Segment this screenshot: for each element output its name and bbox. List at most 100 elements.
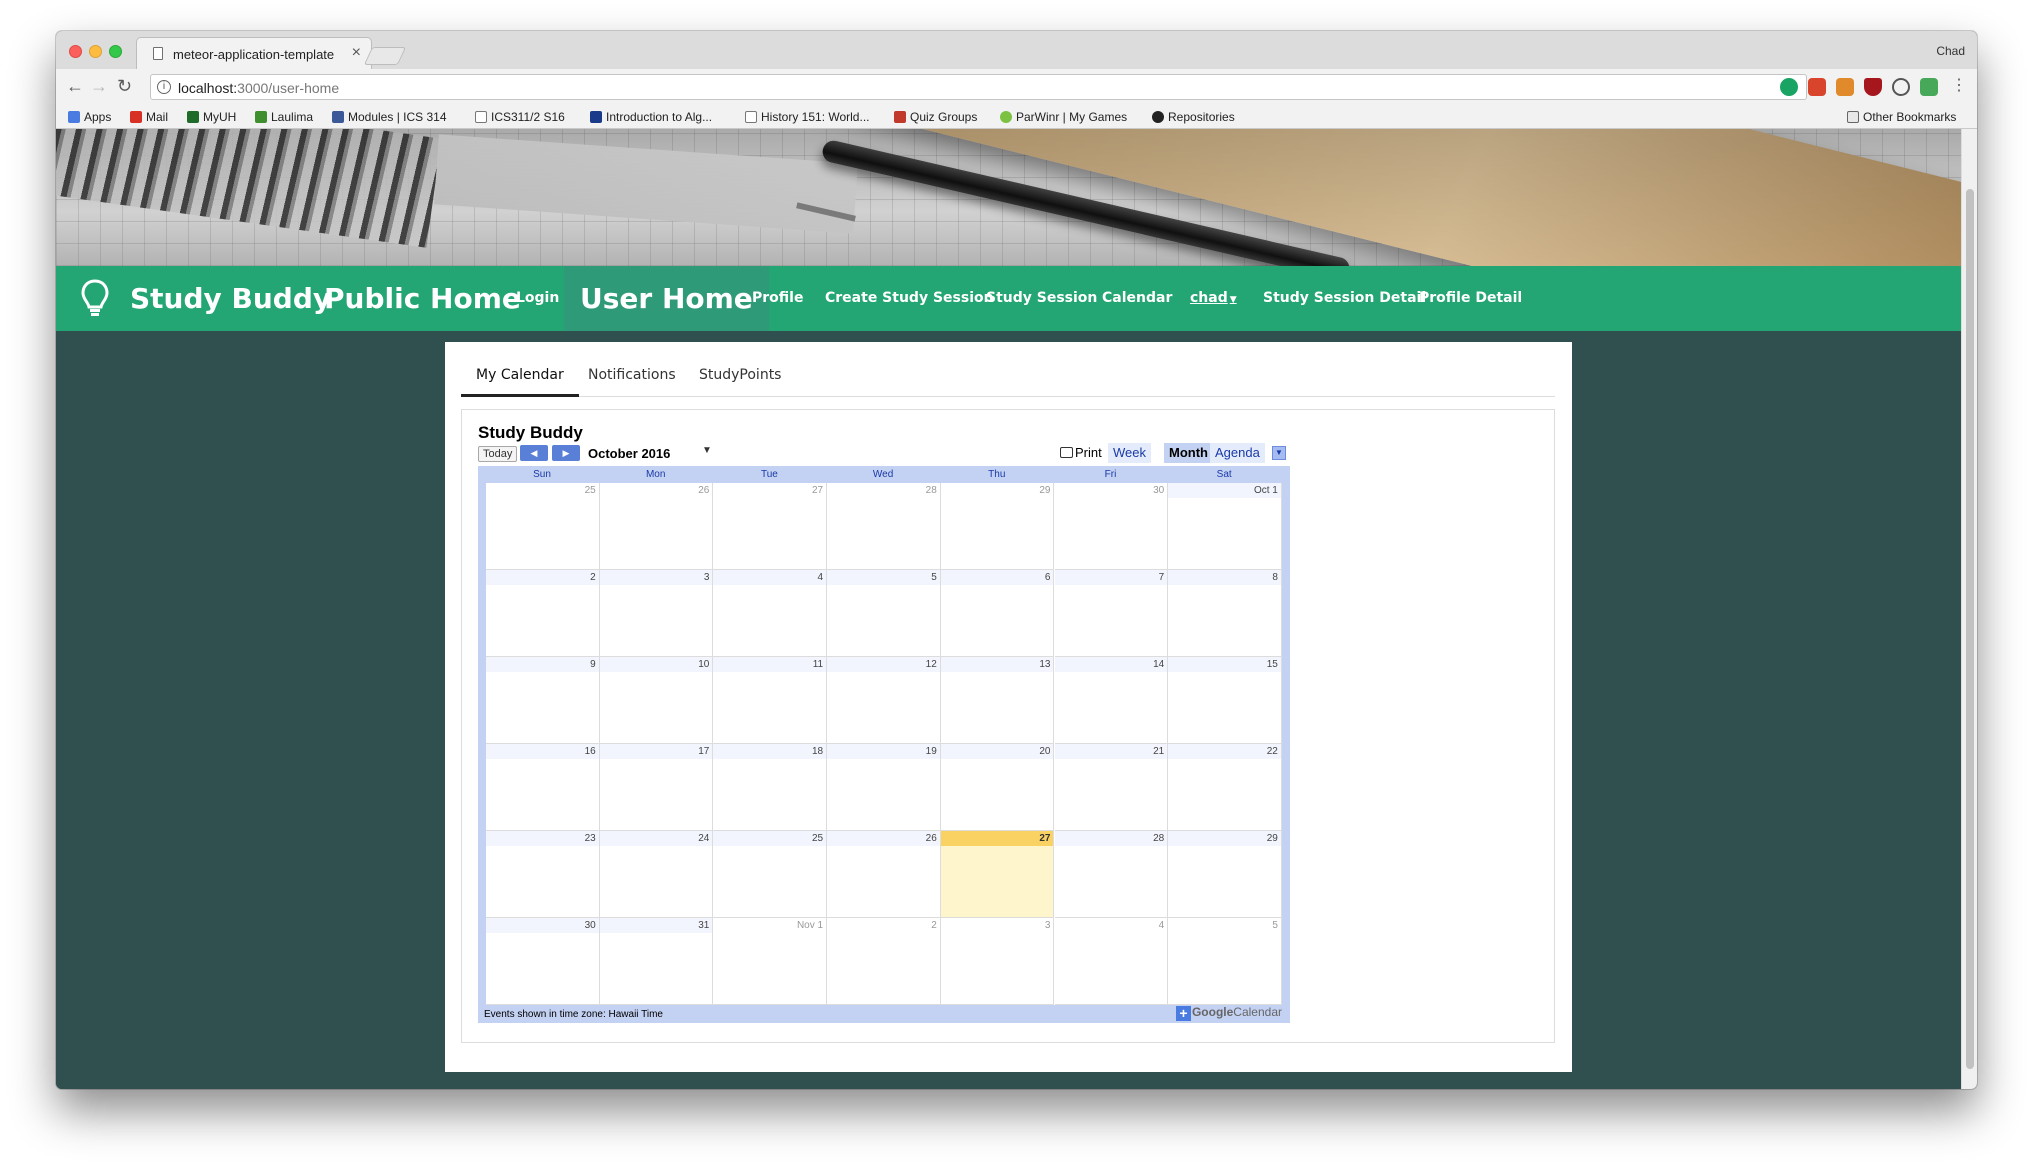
info-icon[interactable]: i [157,80,171,94]
nav-public-home[interactable]: Public Home [324,266,521,331]
day-cell[interactable]: 22 [1168,744,1282,831]
day-cell[interactable]: 6 [940,570,1055,657]
nav-user-home[interactable]: User Home [564,266,769,331]
caret-down-icon[interactable]: ▼ [702,445,712,456]
day-cell[interactable]: 29 [940,483,1055,570]
day-cell[interactable]: 31 [599,918,714,1005]
day-cell[interactable]: 17 [599,744,714,831]
day-cell[interactable]: 7 [1054,570,1169,657]
day-cell[interactable]: 11 [713,657,828,744]
close-window-button[interactable] [69,45,82,58]
next-month-button[interactable]: ▶ [552,445,580,461]
bookmark-quiz-groups[interactable]: Quiz Groups [894,110,977,124]
nav-calendar[interactable]: Calendar [1102,266,1172,331]
forward-icon[interactable]: → [90,76,108,96]
day-cell[interactable]: 30 [1054,483,1169,570]
day-cell[interactable]: 5 [1168,918,1282,1005]
today-button[interactable]: Today [478,446,518,462]
profile-name[interactable]: Chad [1936,44,1965,58]
extension-green-icon[interactable] [1920,78,1938,96]
browser-tab[interactable]: meteor-application-template × [136,37,372,69]
day-cell[interactable]: 4 [1054,918,1169,1005]
google-calendar-button[interactable]: + GoogleCalendar [1175,1005,1282,1021]
day-cell[interactable]: 8 [1168,570,1282,657]
day-cell[interactable]: 24 [599,831,714,918]
nav-study-session-detail[interactable]: Study Session Detail [1263,266,1426,331]
day-cell[interactable]: 3 [940,918,1055,1005]
day-cell[interactable]: 18 [713,744,828,831]
day-cell[interactable]: 9 [486,657,600,744]
day-cell[interactable]: 23 [486,831,600,918]
bookmark-repositories[interactable]: Repositories [1152,110,1235,124]
bookmark-intro-algorithms[interactable]: Introduction to Alg... [590,110,712,124]
bookmark-parwinr[interactable]: ParWinr | My Games [1000,110,1127,124]
nav-user-dropdown[interactable]: chad ▼ [1190,266,1237,331]
url-text[interactable]: localhost:3000/user-home [178,80,339,96]
day-cell[interactable]: 26 [827,831,941,918]
day-cell[interactable]: 16 [486,744,600,831]
day-cell[interactable]: 25 [486,483,600,570]
nav-profile[interactable]: Profile [752,266,803,331]
day-cell[interactable]: 14 [1054,657,1169,744]
view-dropdown-icon[interactable]: ▼ [1272,446,1286,460]
day-cell[interactable]: 19 [827,744,941,831]
day-cell[interactable]: 4 [713,570,828,657]
day-cell[interactable]: 27 [713,483,828,570]
new-tab-button[interactable] [363,47,407,65]
month-label[interactable]: October 2016 [588,446,670,461]
day-cell[interactable]: 10 [599,657,714,744]
day-cell[interactable]: 13 [940,657,1055,744]
page-scrollbar[interactable] [1961,129,1977,1089]
day-cell-today[interactable]: 27 [940,831,1055,918]
extension-red-icon[interactable] [1808,78,1826,96]
scrollbar-thumb[interactable] [1966,189,1974,1069]
maximize-window-button[interactable] [109,45,122,58]
nav-login[interactable]: Login [516,266,559,331]
prev-month-button[interactable]: ◀ [520,445,548,461]
address-bar[interactable]: i localhost:3000/user-home ☆ [150,74,1807,100]
day-cell[interactable]: 26 [599,483,714,570]
bookmark-apps[interactable]: Apps [68,110,111,124]
day-cell[interactable]: 12 [827,657,941,744]
tab-my-calendar[interactable]: My Calendar [461,356,579,397]
day-cell[interactable]: 3 [599,570,714,657]
tab-studypoints[interactable]: StudyPoints [699,356,781,397]
print-button[interactable]: Print [1060,445,1102,460]
day-cell[interactable]: 20 [940,744,1055,831]
day-cell[interactable]: 28 [1054,831,1169,918]
extension-circle-icon[interactable] [1892,78,1910,96]
bookmark-myuh[interactable]: MyUH [187,110,236,124]
ublock-shield-icon[interactable] [1864,78,1882,96]
day-cell[interactable]: 21 [1054,744,1169,831]
view-agenda-tab[interactable]: Agenda [1210,443,1265,463]
grammarly-icon[interactable] [1780,78,1798,96]
close-tab-icon[interactable]: × [352,44,361,62]
day-cell[interactable]: Oct 1 [1168,483,1282,570]
nav-profile-detail[interactable]: Profile Detail [1419,266,1522,331]
tab-notifications[interactable]: Notifications [588,356,676,397]
day-cell[interactable]: Nov 1 [713,918,828,1005]
view-week-tab[interactable]: Week [1108,443,1151,463]
brand-title[interactable]: Study Buddy [130,266,331,331]
extension-face-icon[interactable] [1836,78,1854,96]
day-cell[interactable]: 5 [827,570,941,657]
bookmark-ics311[interactable]: ICS311/2 S16 [475,110,565,124]
back-icon[interactable]: ← [66,76,84,96]
day-cell[interactable]: 15 [1168,657,1282,744]
bookmark-modules-ics314[interactable]: Modules | ICS 314 [332,110,447,124]
other-bookmarks[interactable]: Other Bookmarks [1847,110,1956,124]
reload-icon[interactable]: ↻ [117,76,132,96]
day-cell[interactable]: 30 [486,918,600,1005]
day-cell[interactable]: 28 [827,483,941,570]
bookmark-mail[interactable]: Mail [130,110,168,124]
view-month-tab[interactable]: Month [1164,443,1213,463]
day-cell[interactable]: 2 [486,570,600,657]
menu-kebab-icon[interactable]: ⋮ [1951,76,1967,96]
day-cell[interactable]: 25 [713,831,828,918]
day-cell[interactable]: 29 [1168,831,1282,918]
nav-create-study-session[interactable]: Create Study Session [825,266,994,331]
nav-study-session[interactable]: Study Session [986,266,1097,331]
bookmark-history151[interactable]: History 151: World... [745,110,869,124]
day-cell[interactable]: 2 [827,918,941,1005]
bookmark-laulima[interactable]: Laulima [255,110,313,124]
